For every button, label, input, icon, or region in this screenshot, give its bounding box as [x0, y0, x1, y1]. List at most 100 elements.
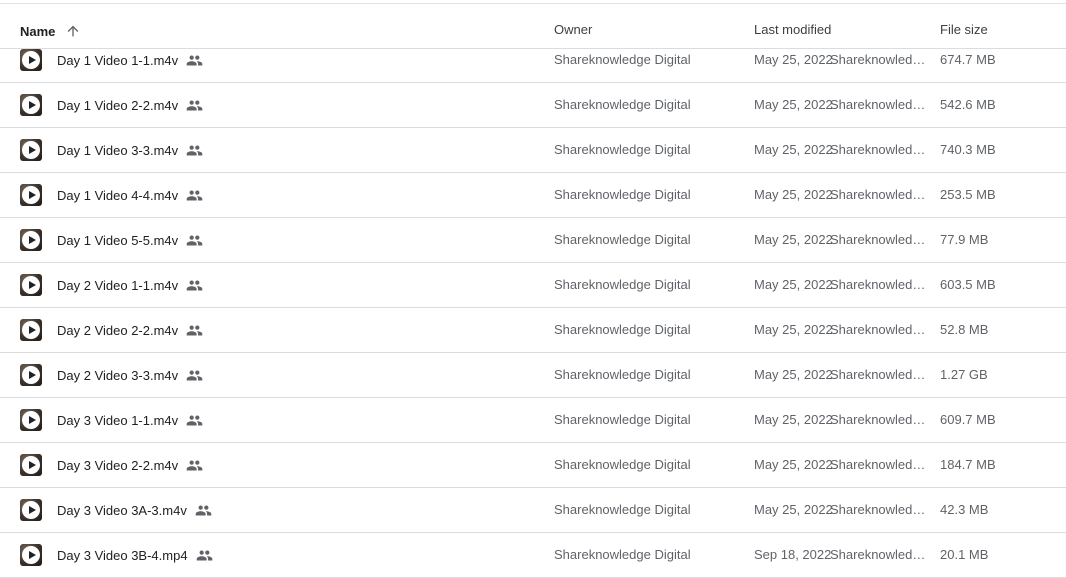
name-header-label: Name [20, 23, 56, 39]
file-row[interactable]: Day 1 Video 3-3.m4v Shareknowledge Digit… [0, 128, 1066, 173]
last-modified-column-header[interactable]: Last modified [754, 4, 831, 48]
modified-date-cell: May 25, 2022 [754, 457, 833, 472]
video-thumbnail [20, 544, 42, 566]
file-size-column-header[interactable]: File size [940, 4, 988, 48]
video-thumbnail [20, 454, 42, 476]
file-size-cell: 542.6 MB [940, 97, 996, 112]
shared-people-icon [186, 235, 203, 245]
file-size-cell: 77.9 MB [940, 232, 989, 247]
arrow-up-icon[interactable] [65, 23, 81, 39]
modified-date-cell: May 25, 2022 [754, 97, 833, 112]
shared-people-icon [186, 280, 203, 290]
file-row[interactable]: Day 1 Video 5-5.m4v Shareknowledge Digit… [0, 218, 1066, 263]
file-name: Day 3 Video 1-1.m4v [57, 412, 179, 428]
modified-by-cell: Shareknowledge Digital [830, 412, 928, 427]
file-name: Day 1 Video 2-2.m4v [57, 97, 179, 113]
owner-column-header[interactable]: Owner [554, 4, 592, 48]
file-name: Day 2 Video 1-1.m4v [57, 277, 179, 293]
file-size-cell: 20.1 MB [940, 547, 989, 562]
file-row[interactable]: Day 3 Video 1-1.m4v Shareknowledge Digit… [0, 398, 1066, 443]
owner-cell: Shareknowledge Digital [554, 457, 691, 472]
file-list: Day 1 Video 1-1.m4v Shareknowledge Digit… [0, 38, 1066, 578]
video-thumbnail [20, 364, 42, 386]
shared-people-icon [186, 190, 203, 200]
file-row[interactable]: Day 3 Video 3A-3.m4v Shareknowledge Digi… [0, 488, 1066, 533]
shared-people-icon [186, 100, 203, 110]
file-row[interactable]: Day 1 Video 2-2.m4v Shareknowledge Digit… [0, 83, 1066, 128]
modified-by-cell: Shareknowledge Digital [830, 232, 928, 247]
video-thumbnail [20, 229, 42, 251]
video-thumbnail [20, 274, 42, 296]
file-name: Day 1 Video 1-1.m4v [57, 52, 179, 68]
video-thumbnail [20, 94, 42, 116]
modified-by-cell: Shareknowledge Digital [830, 277, 928, 292]
file-size-cell: 253.5 MB [940, 187, 996, 202]
modified-date-cell: May 25, 2022 [754, 412, 833, 427]
shared-people-icon [196, 550, 212, 560]
shared-people-icon [186, 325, 203, 335]
video-play-icon [22, 321, 40, 339]
owner-cell: Shareknowledge Digital [554, 277, 691, 292]
video-thumbnail [20, 409, 42, 431]
file-name: Day 3 Video 3B-4.mp4 [57, 547, 188, 563]
video-play-icon [22, 501, 40, 519]
name-column-header[interactable]: Name [20, 23, 81, 39]
shared-people-icon [186, 55, 203, 65]
modified-by-cell: Shareknowledge Digital [830, 322, 928, 337]
shared-people-icon [186, 145, 203, 155]
modified-date-cell: May 25, 2022 [754, 322, 833, 337]
file-size-cell: 609.7 MB [940, 412, 996, 427]
modified-date-cell: May 25, 2022 [754, 187, 833, 202]
file-row[interactable]: Day 3 Video 2-2.m4v Shareknowledge Digit… [0, 443, 1066, 488]
file-row[interactable]: Day 2 Video 1-1.m4v Shareknowledge Digit… [0, 263, 1066, 308]
shared-people-icon [195, 505, 212, 515]
video-play-icon [22, 456, 40, 474]
video-play-icon [22, 141, 40, 159]
video-thumbnail [20, 139, 42, 161]
modified-date-cell: May 25, 2022 [754, 142, 833, 157]
owner-cell: Shareknowledge Digital [554, 367, 691, 382]
file-size-cell: 52.8 MB [940, 322, 989, 337]
video-play-icon [22, 231, 40, 249]
file-size-cell: 740.3 MB [940, 142, 996, 157]
video-play-icon [22, 51, 40, 69]
video-thumbnail [20, 49, 42, 71]
modified-date-cell: May 25, 2022 [754, 232, 833, 247]
file-size-cell: 184.7 MB [940, 457, 996, 472]
file-list-view: Day 1 Video 1-1.m4v Shareknowledge Digit… [0, 0, 1066, 578]
file-row[interactable]: Day 2 Video 3-3.m4v Shareknowledge Digit… [0, 353, 1066, 398]
file-name: Day 3 Video 2-2.m4v [57, 457, 179, 473]
modified-date-cell: May 25, 2022 [754, 367, 833, 382]
modified-by-cell: Shareknowledge Digital [830, 547, 928, 562]
owner-cell: Shareknowledge Digital [554, 322, 691, 337]
file-row[interactable]: Day 1 Video 4-4.m4v Shareknowledge Digit… [0, 173, 1066, 218]
owner-cell: Shareknowledge Digital [554, 187, 691, 202]
file-size-cell: 603.5 MB [940, 277, 996, 292]
modified-by-cell: Shareknowledge Digital [830, 502, 928, 517]
shared-people-icon [186, 415, 203, 425]
owner-cell: Shareknowledge Digital [554, 97, 691, 112]
file-name: Day 3 Video 3A-3.m4v [57, 502, 187, 518]
modified-by-cell: Shareknowledge Digital [830, 97, 928, 112]
file-name: Day 1 Video 4-4.m4v [57, 187, 179, 203]
video-play-icon [22, 411, 40, 429]
modified-date-cell: Sep 18, 2022 [754, 547, 832, 562]
video-play-icon [22, 546, 40, 564]
file-row[interactable]: Day 2 Video 2-2.m4v Shareknowledge Digit… [0, 308, 1066, 353]
owner-cell: Shareknowledge Digital [554, 142, 691, 157]
video-play-icon [22, 186, 40, 204]
column-header: Name Owner Last modified File size [0, 4, 1066, 49]
video-thumbnail [20, 184, 42, 206]
video-play-icon [22, 96, 40, 114]
owner-cell: Shareknowledge Digital [554, 232, 691, 247]
modified-by-cell: Shareknowledge Digital [830, 457, 928, 472]
modified-by-cell: Shareknowledge Digital [830, 367, 928, 382]
video-play-icon [22, 366, 40, 384]
file-size-cell: 42.3 MB [940, 502, 989, 517]
video-thumbnail [20, 319, 42, 341]
file-name: Day 2 Video 2-2.m4v [57, 322, 179, 338]
file-name: Day 2 Video 3-3.m4v [57, 367, 179, 383]
owner-cell: Shareknowledge Digital [554, 412, 691, 427]
video-play-icon [22, 276, 40, 294]
modified-date-cell: May 25, 2022 [754, 277, 833, 292]
